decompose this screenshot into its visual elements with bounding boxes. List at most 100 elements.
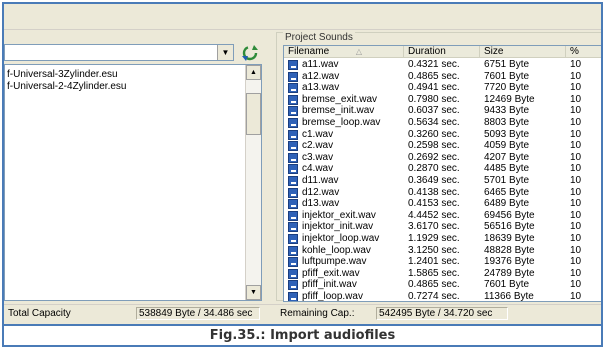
refresh-icon[interactable] [240, 44, 260, 62]
cell-duration: 0.2870 sec. [408, 163, 460, 175]
cell-size: 12469 Byte [484, 93, 535, 105]
cell-name: kohle_loop.wav [302, 244, 371, 256]
cell-pct: 10 [570, 291, 582, 302]
wav-file-icon [288, 222, 298, 233]
cell-size: 5093 Byte [484, 128, 530, 140]
table-row[interactable]: d12.wav 0.4138 sec. 6465 Byte 10 [284, 186, 601, 199]
wav-file-icon [288, 187, 298, 198]
project-sounds-list[interactable]: Filename △ Duration Size % a11.wav 0.4321… [283, 45, 601, 302]
cell-name: injektor_loop.wav [302, 233, 380, 244]
cell-size: 4485 Byte [484, 163, 530, 175]
table-row[interactable]: d13.wav 0.4153 sec. 6489 Byte 10 [284, 198, 601, 210]
table-row[interactable]: a11.wav 0.4321 sec. 6751 Byte 10 [284, 59, 601, 71]
cell-name: injektor_init.wav [302, 221, 374, 233]
project-sounds-group: Project Sounds Filename △ Duration Size … [276, 32, 601, 302]
cell-pct: 10 [570, 140, 582, 152]
cell-size: 24789 Byte [484, 267, 535, 279]
cell-size: 18639 Byte [484, 233, 535, 244]
wav-file-icon [288, 83, 298, 94]
scroll-thumb[interactable] [246, 93, 261, 135]
chevron-down-icon[interactable]: ▼ [217, 45, 233, 60]
table-row[interactable]: pfiff_loop.wav 0.7274 sec. 11366 Byte 10 [284, 291, 601, 302]
table-row[interactable]: pfiff_exit.wav 1.5865 sec. 24789 Byte 10 [284, 267, 601, 280]
list-item[interactable]: f-Universal-2-4Zylinder.esu [7, 81, 127, 93]
cell-name: a11.wav [302, 59, 339, 70]
cell-duration: 0.4321 sec. [408, 59, 460, 70]
table-row[interactable]: c2.wav 0.2598 sec. 4059 Byte 10 [284, 140, 601, 152]
cell-pct: 10 [570, 59, 582, 70]
table-row[interactable]: pfiff_init.wav 0.4865 sec. 7601 Byte 10 [284, 279, 601, 291]
table-row[interactable]: injektor_loop.wav 1.1929 sec. 18639 Byte 10 [284, 233, 601, 245]
cell-pct: 10 [570, 117, 582, 128]
cell-size: 9433 Byte [484, 105, 530, 117]
list-item[interactable]: f-Universal-3Zylinder.esu [7, 69, 118, 81]
table-row[interactable]: a12.wav 0.4865 sec. 7601 Byte 10 [284, 70, 601, 83]
table-row[interactable]: c1.wav 0.3260 sec. 5093 Byte 10 [284, 128, 601, 141]
table-row[interactable]: c3.wav 0.2692 sec. 4207 Byte 10 [284, 151, 601, 164]
cell-duration: 0.2692 sec. [408, 151, 460, 163]
column-filename[interactable]: Filename △ [284, 46, 404, 58]
remaining-capacity-label: Remaining Cap.: [280, 308, 355, 319]
cell-pct: 10 [570, 93, 582, 105]
wav-file-icon [288, 176, 298, 186]
wav-file-icon [288, 71, 298, 82]
cell-pct: 10 [570, 70, 582, 82]
wav-file-icon [288, 94, 298, 105]
cell-duration: 0.4138 sec. [408, 186, 460, 198]
total-capacity-label: Total Capacity [8, 308, 71, 319]
cell-duration: 0.7274 sec. [408, 291, 460, 302]
cell-duration: 0.2598 sec. [408, 140, 460, 152]
cell-pct: 10 [570, 244, 582, 256]
cell-size: 56516 Byte [484, 221, 535, 233]
column-filename-label: Filename [288, 46, 330, 57]
wav-file-icon [288, 210, 298, 221]
cell-name: pfiff_init.wav [302, 279, 357, 291]
cell-name: a13.wav [302, 82, 340, 94]
wav-file-icon [288, 257, 298, 268]
cell-duration: 0.5634 sec. [408, 117, 460, 128]
table-row[interactable]: c4.wav 0.2870 sec. 4485 Byte 10 [284, 163, 601, 175]
table-row[interactable]: injektor_exit.wav 4.4452 sec. 69456 Byte 10 [284, 209, 601, 222]
cell-pct: 10 [570, 163, 582, 175]
cell-duration: 4.4452 sec. [408, 209, 460, 221]
source-files-pane: ▼ f-Universal-3Zylinder.esu f-Universal-… [4, 34, 272, 301]
cell-size: 8803 Byte [484, 117, 530, 128]
wav-file-icon [288, 280, 298, 291]
cell-name: a12.wav [302, 70, 340, 82]
table-row[interactable]: a13.wav 0.4941 sec. 7720 Byte 10 [284, 82, 601, 94]
wav-file-icon [288, 164, 298, 175]
wav-file-icon [288, 60, 298, 70]
table-row[interactable]: kohle_loop.wav 3.1250 sec. 48828 Byte 10 [284, 244, 601, 257]
scroll-up-icon[interactable]: ▲ [246, 65, 261, 80]
cell-duration: 3.1250 sec. [408, 244, 460, 256]
folder-combo[interactable]: ▼ [4, 44, 234, 61]
table-row[interactable]: d11.wav 0.3649 sec. 5701 Byte 10 [284, 175, 601, 187]
source-file-list[interactable]: f-Universal-3Zylinder.esu f-Universal-2-… [4, 64, 262, 301]
table-row[interactable]: bremse_exit.wav 0.7980 sec. 12469 Byte 10 [284, 93, 601, 106]
wav-file-icon [288, 245, 298, 256]
cell-size: 6751 Byte [484, 59, 530, 70]
column-size[interactable]: Size [480, 46, 566, 58]
cell-pct: 10 [570, 151, 582, 163]
table-row[interactable]: luftpumpe.wav 1.2401 sec. 19376 Byte 10 [284, 256, 601, 268]
cell-name: c2.wav [302, 140, 334, 152]
wav-file-icon [288, 129, 298, 140]
cell-size: 69456 Byte [484, 209, 535, 221]
cell-pct: 10 [570, 209, 582, 221]
cell-name: injektor_exit.wav [302, 209, 376, 221]
scroll-down-icon[interactable]: ▼ [246, 285, 261, 300]
wav-file-icon [288, 234, 298, 244]
cell-duration: 0.4153 sec. [408, 198, 460, 210]
cell-duration: 0.4941 sec. [408, 82, 460, 94]
column-percent[interactable]: % [566, 46, 601, 58]
wav-file-icon [288, 118, 298, 128]
cell-pct: 10 [570, 175, 582, 186]
column-duration[interactable]: Duration [404, 46, 480, 58]
table-row[interactable]: bremse_loop.wav 0.5634 sec. 8803 Byte 10 [284, 117, 601, 129]
cell-duration: 0.3649 sec. [408, 175, 460, 186]
cell-name: pfiff_loop.wav [302, 291, 363, 302]
table-row[interactable]: injektor_init.wav 3.6170 sec. 56516 Byte 10 [284, 221, 601, 233]
vertical-scrollbar[interactable]: ▲ ▼ [245, 65, 261, 300]
table-row[interactable]: bremse_init.wav 0.6037 sec. 9433 Byte 10 [284, 105, 601, 117]
total-capacity-value: 538849 Byte / 34.486 sec [136, 307, 260, 320]
